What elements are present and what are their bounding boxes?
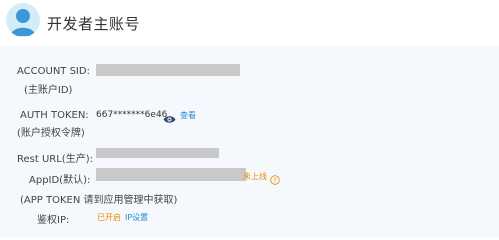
account-sid-sublabel: (主账户ID) [24, 85, 73, 96]
page-header: 开发者主账号 [0, 0, 499, 46]
eye-icon[interactable] [163, 109, 176, 123]
user-avatar-icon [6, 3, 40, 37]
account-sid-label: ACCOUNT SID: [17, 66, 90, 77]
rest-url-label: Rest URL(生产): [17, 154, 93, 165]
auth-ip-label: 鉴权IP: [37, 215, 70, 226]
account-sid-value-redacted [96, 64, 240, 76]
auth-token-value: 667*******6e46 [96, 110, 168, 120]
appid-status-link[interactable]: 未上线 [243, 171, 267, 182]
page-title: 开发者主账号 [47, 15, 141, 33]
appid-label: AppID(默认): [29, 175, 91, 186]
rest-url-value-redacted [96, 148, 219, 158]
auth-ip-status-badge: 已开启 [97, 213, 121, 222]
appid-value-redacted [96, 168, 246, 181]
auth-token-label: AUTH TOKEN: [20, 110, 89, 121]
question-circle-icon[interactable]: ? [270, 170, 280, 185]
view-token-link[interactable]: 查看 [180, 110, 196, 121]
auth-token-sublabel: (账户授权令牌) [17, 128, 85, 139]
app-token-note: (APP TOKEN 请到应用管理中获取) [20, 195, 178, 206]
ip-settings-link[interactable]: IP设置 [125, 212, 148, 223]
developer-account-page: 开发者主账号 ACCOUNT SID: (主账户ID) AUTH TOKEN: … [0, 0, 499, 238]
svg-text:?: ? [273, 177, 277, 185]
